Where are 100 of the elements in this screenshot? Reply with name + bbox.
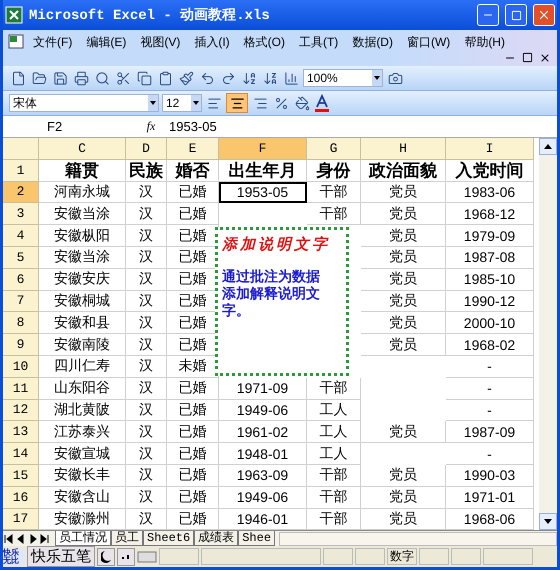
table-cell[interactable]: 汉	[126, 225, 167, 247]
caret-icon[interactable]	[372, 70, 382, 86]
scroll-down-button[interactable]	[539, 513, 557, 530]
menu-item[interactable]: 视图(V)	[134, 32, 186, 53]
table-cell[interactable]: 党员	[361, 312, 446, 334]
row-header[interactable]: 3	[3, 203, 39, 226]
row-header[interactable]: 10	[3, 356, 39, 378]
column-header[interactable]: I	[446, 138, 534, 160]
name-box[interactable]: F2	[3, 116, 133, 136]
column-title[interactable]: 身份	[307, 160, 361, 182]
column-header[interactable]: H	[361, 138, 446, 160]
menu-item[interactable]: 帮助(H)	[458, 32, 511, 53]
fill-color-icon[interactable]	[293, 94, 311, 112]
table-cell[interactable]: 已婚	[167, 443, 219, 465]
table-cell[interactable]: -	[446, 356, 534, 378]
row-header[interactable]: 2	[3, 182, 39, 204]
table-cell[interactable]: 党员	[361, 246, 446, 269]
table-cell[interactable]: 已婚	[167, 182, 219, 204]
table-cell[interactable]: 汉	[126, 378, 167, 400]
table-cell[interactable]: 江苏泰兴	[39, 421, 126, 444]
table-cell[interactable]: 1949-06	[219, 400, 307, 422]
table-cell[interactable]: 安徽安庆	[39, 268, 126, 291]
table-cell[interactable]: 党员	[361, 203, 446, 226]
row-header[interactable]: 16	[3, 486, 39, 509]
table-cell[interactable]: 已婚	[167, 203, 219, 226]
table-cell[interactable]: 工人	[307, 421, 361, 444]
vertical-scrollbar[interactable]	[539, 138, 557, 530]
function-label[interactable]: fx	[133, 119, 169, 134]
column-header[interactable]: F	[219, 138, 307, 160]
printer-icon[interactable]	[72, 69, 90, 87]
row-header[interactable]: 8	[3, 312, 39, 334]
column-header[interactable]: D	[126, 138, 167, 160]
moon-icon[interactable]	[101, 550, 111, 562]
table-cell[interactable]: 1987-08	[446, 246, 534, 269]
scroll-up-button[interactable]	[539, 138, 557, 155]
table-cell[interactable]: 安徽桐城	[39, 290, 126, 312]
table-cell[interactable]: 工人	[307, 443, 361, 465]
workbook-icon[interactable]	[7, 32, 25, 50]
table-cell[interactable]: 党员	[361, 268, 446, 291]
row-header[interactable]: 9	[3, 334, 39, 356]
maximize-icon[interactable]	[510, 10, 522, 20]
table-cell[interactable]: 四川仁寿	[39, 356, 126, 378]
table-cell[interactable]: 1990-03	[446, 464, 534, 487]
table-cell[interactable]: 已婚	[167, 421, 219, 444]
column-title[interactable]: 婚否	[167, 160, 219, 182]
row-header[interactable]: 11	[3, 378, 39, 400]
scroll-up-icon[interactable]	[544, 144, 552, 149]
table-cell[interactable]: 1949-06	[219, 486, 307, 509]
table-cell[interactable]: 1990-12	[446, 290, 534, 312]
table-cell[interactable]: 1979-09	[446, 225, 534, 247]
active-cell[interactable]: 1953-05	[219, 182, 307, 204]
column-title[interactable]: 政治面貌	[361, 160, 446, 182]
column-title[interactable]: 民族	[126, 160, 167, 182]
menu-item[interactable]: 编辑(E)	[80, 32, 132, 53]
horizontal-scrollbar[interactable]	[279, 532, 557, 546]
table-cell[interactable]: 安徽枞阳	[39, 225, 126, 247]
table-cell[interactable]: 湖北黄陂	[39, 400, 126, 422]
font-size-dropdown[interactable]: 12	[162, 94, 202, 112]
table-cell[interactable]: 汉	[126, 290, 167, 312]
caret-icon[interactable]	[148, 95, 158, 111]
row-header[interactable]: 5	[3, 246, 39, 269]
table-cell[interactable]: 汉	[126, 246, 167, 269]
caret-icon[interactable]	[191, 95, 201, 111]
maximize-button[interactable]	[505, 4, 527, 26]
close-button[interactable]	[533, 4, 555, 26]
table-cell[interactable]: 汉	[126, 421, 167, 444]
menu-item[interactable]: 格式(O)	[238, 32, 291, 53]
dots-icon[interactable]	[122, 554, 130, 560]
table-cell[interactable]: 党员	[361, 290, 446, 312]
table-cell[interactable]: 党员	[361, 464, 446, 487]
menu-item[interactable]: 插入(I)	[188, 32, 236, 53]
zoom-dropdown[interactable]: 100%	[303, 69, 383, 87]
table-cell[interactable]: 1983-06	[446, 182, 534, 204]
table-cell[interactable]: 安徽长丰	[39, 464, 126, 487]
table-cell[interactable]: 汉	[126, 464, 167, 487]
menu-item[interactable]: 窗口(W)	[400, 32, 456, 53]
table-cell[interactable]: 工人	[307, 400, 361, 422]
keyboard-icon[interactable]	[137, 550, 157, 564]
table-cell[interactable]: 1971-01	[446, 486, 534, 509]
restore-icon[interactable]	[522, 52, 533, 63]
row-header[interactable]: 7	[3, 290, 39, 312]
table-cell[interactable]: 汉	[126, 356, 167, 378]
table-cell[interactable]: 党员	[361, 486, 446, 509]
table-cell[interactable]: 山东阳谷	[39, 378, 126, 400]
table-cell[interactable]: 汉	[126, 443, 167, 465]
row-header[interactable]: 13	[3, 421, 39, 444]
table-cell[interactable]: 干部	[307, 182, 361, 204]
punctuation-button[interactable]	[117, 548, 135, 566]
column-title[interactable]: 籍贯	[39, 160, 126, 182]
align-center-button[interactable]	[226, 93, 248, 113]
table-cell[interactable]: 汉	[126, 203, 167, 226]
half-width-button[interactable]	[97, 548, 115, 566]
table-cell[interactable]: 干部	[307, 486, 361, 509]
copy-icon[interactable]	[135, 69, 153, 87]
row-header[interactable]: 6	[3, 268, 39, 291]
table-cell[interactable]: 干部	[307, 203, 361, 226]
table-cell[interactable]: 党员	[361, 334, 446, 356]
table-cell[interactable]: 安徽和县	[39, 312, 126, 334]
table-cell[interactable]: -	[446, 400, 534, 422]
paintbrush-icon[interactable]	[177, 69, 195, 87]
